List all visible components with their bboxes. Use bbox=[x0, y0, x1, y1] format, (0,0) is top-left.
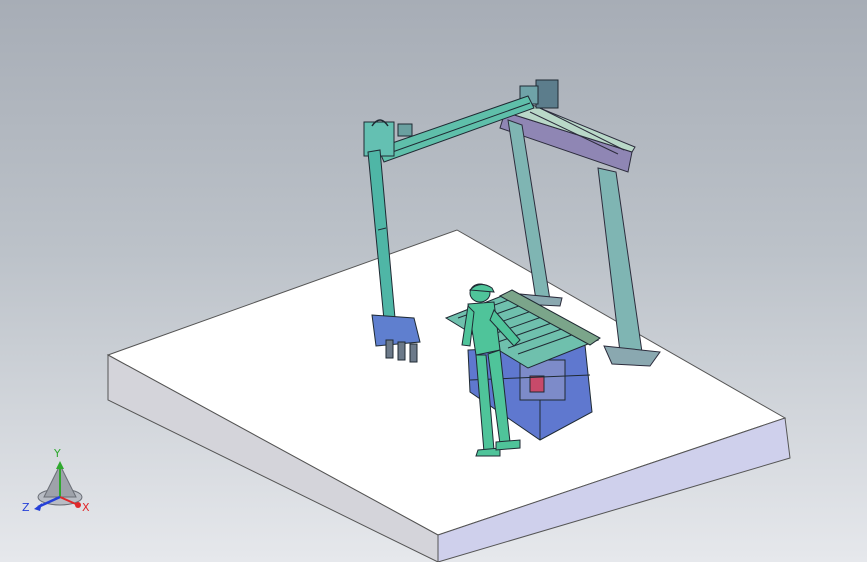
gripper-body bbox=[371, 314, 421, 347]
cad-model-scene[interactable] bbox=[0, 0, 867, 562]
base-plate[interactable] bbox=[106, 229, 791, 562]
triad-label-z: Z bbox=[22, 501, 30, 514]
gantry-motor bbox=[535, 79, 559, 109]
triad-label-x: X bbox=[82, 501, 90, 514]
3d-viewport[interactable]: Y X Z bbox=[0, 0, 867, 562]
view-orientation-triad[interactable]: Y X Z bbox=[16, 445, 106, 525]
triad-label-y: Y bbox=[53, 447, 61, 460]
